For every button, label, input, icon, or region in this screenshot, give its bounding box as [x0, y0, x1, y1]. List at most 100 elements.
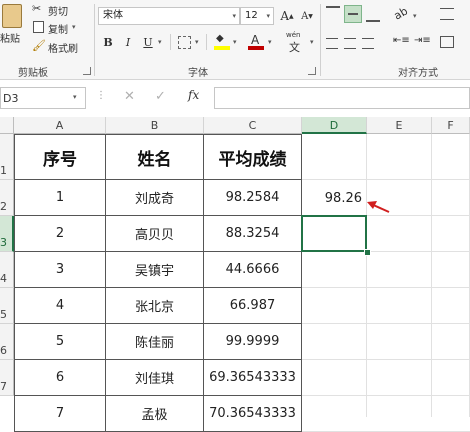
selected-cell-d3[interactable]: [301, 215, 367, 252]
shrink-font-button[interactable]: A ▼: [299, 8, 315, 24]
table-header-cell[interactable]: 序号: [14, 134, 106, 180]
table-cell[interactable]: 4: [14, 288, 106, 324]
row-header-2[interactable]: 2: [0, 180, 14, 216]
chevron-down-icon[interactable]: ▾: [233, 38, 237, 46]
chevron-down-icon[interactable]: ▾: [158, 38, 162, 46]
merge-cells-icon[interactable]: [440, 36, 454, 48]
font-launcher-icon[interactable]: [308, 67, 316, 75]
column-header-d[interactable]: D: [302, 117, 367, 134]
table-cell[interactable]: 3: [14, 252, 106, 288]
gridline: [366, 134, 367, 417]
clipboard-icon: [2, 4, 22, 28]
bold-label: B: [103, 35, 113, 49]
fill-handle[interactable]: [364, 249, 371, 256]
paste-label: 粘贴: [0, 34, 20, 45]
copy-icon: [33, 21, 44, 33]
table-cell[interactable]: 张北京: [106, 288, 204, 324]
row-header-3[interactable]: 3: [0, 216, 14, 252]
align-top-icon[interactable]: [326, 6, 340, 20]
name-box[interactable]: D3 ▾: [0, 87, 86, 109]
decrease-indent-icon[interactable]: ⇤≡: [393, 35, 410, 46]
phonetic-button[interactable]: wén 文: [286, 31, 308, 54]
format-painter-button[interactable]: 🖌 格式刷: [32, 39, 84, 55]
row-header-4[interactable]: 4: [0, 252, 14, 288]
align-center-icon[interactable]: [344, 38, 356, 49]
row-number: 7: [0, 380, 7, 393]
column-header-a[interactable]: A: [14, 117, 106, 134]
align-bottom-icon[interactable]: [366, 8, 380, 22]
table-header-cell[interactable]: 平均成绩: [204, 134, 302, 180]
clipboard-launcher-icon[interactable]: [83, 67, 91, 75]
format-painter-label: 格式刷: [48, 44, 78, 55]
cell-d2[interactable]: 98.26: [302, 180, 367, 216]
table-cell[interactable]: 98.2584: [204, 180, 302, 216]
table-cell[interactable]: 7: [14, 396, 106, 432]
column-header-c[interactable]: C: [204, 117, 302, 134]
table-header-cell[interactable]: 姓名: [106, 134, 204, 180]
grow-font-label: A: [280, 9, 290, 23]
table-cell[interactable]: 6: [14, 360, 106, 396]
ribbon: 粘贴 ✂ 剪切 复制 ▾ 🖌 格式刷 剪贴板 宋体 ▾ 12 ▾ A ▲ A ▼ B…: [0, 0, 470, 80]
table-cell[interactable]: 1: [14, 180, 106, 216]
font-color-button[interactable]: A: [248, 33, 264, 51]
table-cell[interactable]: 44.6666: [204, 252, 302, 288]
table-cell[interactable]: 刘佳琪: [106, 360, 204, 396]
align-left-icon[interactable]: [326, 38, 338, 49]
borders-icon[interactable]: [178, 36, 191, 49]
insert-function-button[interactable]: fx: [188, 88, 199, 102]
align-middle-icon[interactable]: [344, 5, 362, 23]
fill-color-button[interactable]: ◆: [214, 33, 230, 51]
italic-button[interactable]: I: [120, 34, 136, 50]
align-right-icon[interactable]: [362, 38, 374, 49]
table-cell[interactable]: 99.9999: [204, 324, 302, 360]
table-cell[interactable]: 2: [14, 216, 106, 252]
chevron-down-icon[interactable]: ▾: [195, 38, 199, 46]
chevron-down-icon[interactable]: ▾: [310, 38, 314, 46]
table-cell[interactable]: 孟极: [106, 396, 204, 432]
cut-button[interactable]: ✂ 剪切: [32, 2, 78, 18]
underline-label: U: [143, 35, 153, 49]
column-header-f[interactable]: F: [432, 117, 470, 134]
font-name-box[interactable]: 宋体 ▾: [98, 7, 240, 25]
phonetic-char: 文: [289, 41, 300, 54]
table-cell[interactable]: 高贝贝: [106, 216, 204, 252]
paint-bucket-icon: ◆: [216, 33, 224, 44]
font-size-box[interactable]: 12 ▾: [240, 7, 274, 25]
row-header-6[interactable]: 6: [0, 324, 14, 360]
row-header-1[interactable]: 1: [0, 134, 14, 180]
select-all-button[interactable]: [0, 117, 14, 134]
table-cell[interactable]: 刘成奇: [106, 180, 204, 216]
row-header-5[interactable]: 5: [0, 288, 14, 324]
table-cell[interactable]: 陈佳丽: [106, 324, 204, 360]
chevron-down-icon[interactable]: ▾: [413, 12, 417, 20]
orientation-icon[interactable]: ab: [392, 4, 410, 22]
table-cell[interactable]: 70.36543333: [204, 396, 302, 432]
table-cell[interactable]: 88.3254: [204, 216, 302, 252]
table-cell[interactable]: 66.987: [204, 288, 302, 324]
underline-button[interactable]: U: [140, 34, 156, 50]
row-number: 3: [0, 236, 7, 249]
wrap-text-icon[interactable]: [440, 8, 454, 20]
column-header-b[interactable]: B: [106, 117, 204, 134]
table-cell[interactable]: 5: [14, 324, 106, 360]
phonetic-pinyin: wén: [286, 31, 301, 39]
cancel-icon[interactable]: ✕: [124, 89, 135, 104]
row-number: 1: [0, 164, 7, 177]
table-cell[interactable]: 69.36543333: [204, 360, 302, 396]
column-header-e[interactable]: E: [367, 117, 432, 134]
formula-input[interactable]: [214, 87, 470, 109]
increase-indent-icon[interactable]: ⇥≡: [414, 35, 431, 46]
bold-button[interactable]: B: [100, 34, 116, 50]
resize-handle-icon[interactable]: ⋮: [96, 90, 106, 101]
row-header-7[interactable]: 7: [0, 360, 14, 396]
grow-font-button[interactable]: A ▲: [279, 8, 295, 24]
annotation-arrow-icon: [367, 201, 390, 213]
enter-icon[interactable]: ✓: [155, 89, 166, 104]
copy-button[interactable]: 复制 ▾: [32, 20, 78, 36]
chevron-down-icon[interactable]: ▾: [268, 38, 272, 46]
divider: [206, 34, 207, 50]
table-cell[interactable]: 吴镇宇: [106, 252, 204, 288]
italic-label: I: [125, 35, 131, 49]
chevron-down-icon: ▾: [266, 12, 270, 20]
paste-button[interactable]: 粘贴: [0, 0, 24, 46]
